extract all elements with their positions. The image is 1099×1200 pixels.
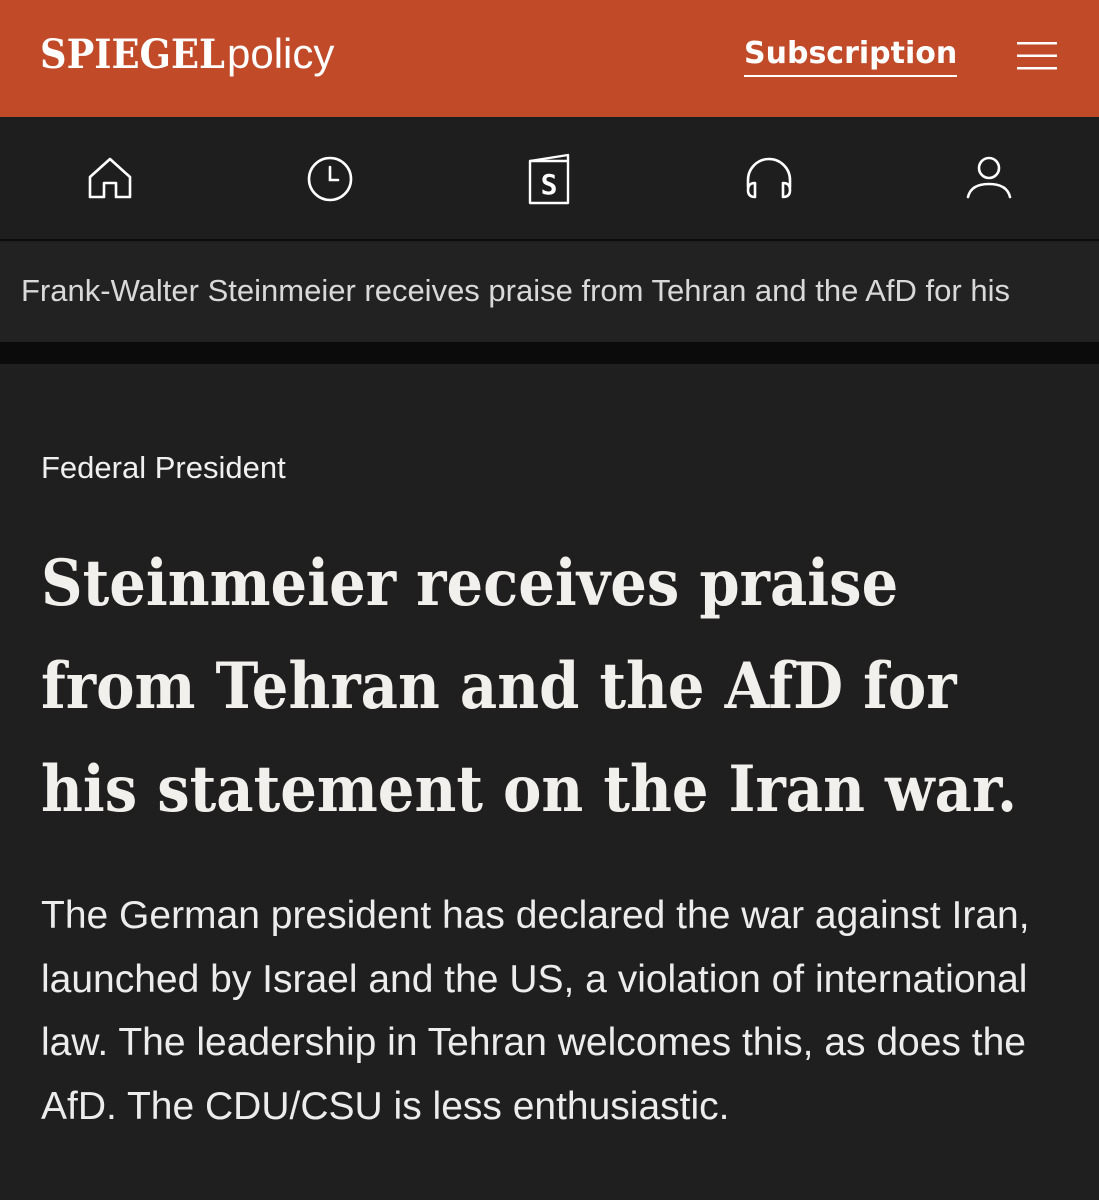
ticker-text: Frank-Walter Steinmeier receives praise … <box>21 273 1010 308</box>
headphones-icon[interactable] <box>743 153 795 205</box>
clock-icon[interactable] <box>304 153 356 205</box>
user-icon[interactable] <box>963 153 1015 205</box>
top-header: SPIEGEL policy Subscription <box>0 0 1099 117</box>
article-lead: The German president has declared the wa… <box>41 894 1030 1128</box>
breaking-news-ticker[interactable]: Frank-Walter Steinmeier receives praise … <box>0 243 1099 342</box>
brand-name: SPIEGEL <box>40 31 225 78</box>
spiegel-logo[interactable]: SPIEGEL policy <box>40 30 334 86</box>
section-name: policy <box>227 30 335 77</box>
bottom-nav-bar: S <box>0 117 1099 241</box>
section-divider <box>0 342 1099 364</box>
home-icon[interactable] <box>84 153 136 205</box>
svg-text:S: S <box>541 168 558 201</box>
spiegel-s-icon[interactable]: S <box>523 151 575 205</box>
subscription-link[interactable]: Subscription <box>744 36 958 77</box>
ticker-fade <box>1029 243 1099 342</box>
article-kicker: Federal President <box>41 450 286 485</box>
article-headline: Steinmeier receives praise from Tehran a… <box>41 546 1018 827</box>
hamburger-menu-icon[interactable] <box>1016 40 1058 72</box>
article: Federal President Steinmeier receives pr… <box>0 364 1099 1200</box>
